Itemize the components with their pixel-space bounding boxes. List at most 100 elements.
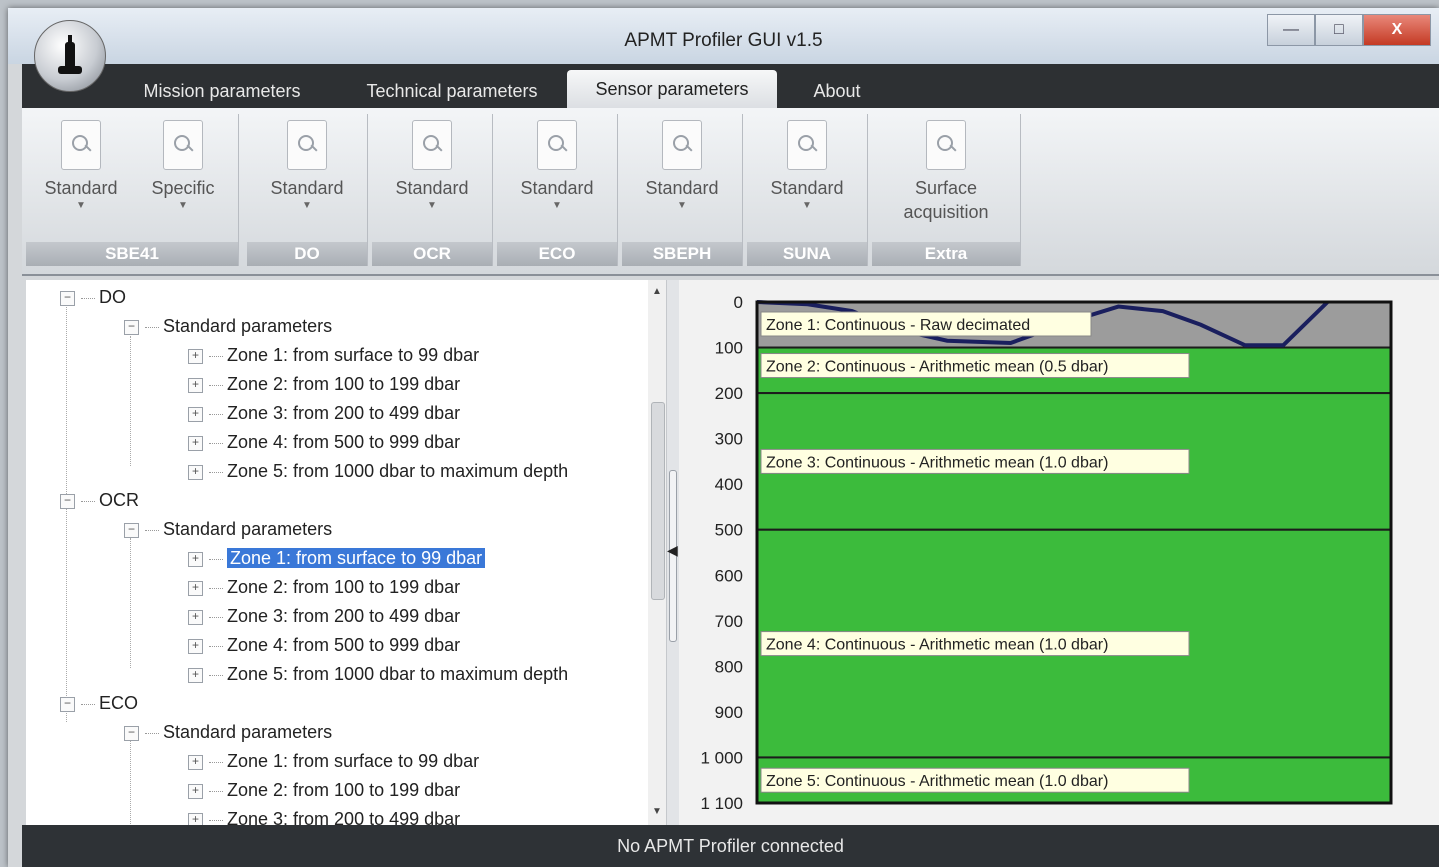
dropdown-arrow-icon: ▼ xyxy=(76,200,86,211)
tab-technical-parameters[interactable]: Technical parameters xyxy=(342,74,562,108)
tree-node-zone[interactable]: + Zone 2: from 100 to 199 dbar xyxy=(188,777,460,803)
ribbon-group-sbeph: Standard ▼ SBEPH xyxy=(622,114,743,266)
tree-node-zone[interactable]: + Zone 3: from 200 to 499 dbar xyxy=(188,400,460,426)
tree-node-ocr[interactable]: − OCR xyxy=(60,487,139,513)
y-tick-label: 1 100 xyxy=(700,794,743,813)
scrollbar-thumb[interactable] xyxy=(651,402,665,600)
zone-label: Zone 4: Continuous - Arithmetic mean (1.… xyxy=(766,637,1108,654)
settings-icon xyxy=(163,120,203,170)
sbeph-standard-button[interactable]: Standard ▼ xyxy=(637,120,727,211)
y-tick-label: 1 000 xyxy=(700,748,743,767)
settings-icon xyxy=(537,120,577,170)
expand-icon[interactable]: + xyxy=(188,580,203,596)
y-tick-label: 800 xyxy=(715,657,743,676)
tree-node-group[interactable]: − Standard parameters xyxy=(124,719,332,745)
tab-about[interactable]: About xyxy=(792,74,882,108)
tree-node-zone[interactable]: + Zone 5: from 1000 dbar to maximum depth xyxy=(188,661,568,687)
button-label: Standard xyxy=(645,178,719,198)
sbe41-specific-button[interactable]: Specific ▼ xyxy=(138,120,228,211)
sensor-tree: − DO − Standard parameters + Zone 1: from s… xyxy=(26,280,667,825)
ribbon-group-sbe41: Standard ▼ Specific ▼ SBE41 xyxy=(26,114,239,266)
y-tick-label: 400 xyxy=(715,475,743,494)
expand-icon[interactable]: + xyxy=(188,406,203,422)
expand-icon[interactable]: + xyxy=(188,348,203,364)
group-title: OCR xyxy=(372,242,492,266)
tree-node-zone[interactable]: + Zone 3: from 200 to 499 dbar xyxy=(188,603,460,629)
minimize-button[interactable]: — xyxy=(1267,14,1315,46)
tree-node-zone[interactable]: + Zone 2: from 100 to 199 dbar xyxy=(188,371,460,397)
chevron-left-icon[interactable]: ◀ xyxy=(667,542,678,559)
dropdown-arrow-icon: ▼ xyxy=(427,200,437,211)
dropdown-arrow-icon: ▼ xyxy=(302,200,312,211)
collapse-icon[interactable]: − xyxy=(60,290,75,306)
expand-icon[interactable]: + xyxy=(188,812,203,825)
group-title: SBE41 xyxy=(26,242,238,266)
tree-node-zone[interactable]: + Zone 3: from 200 to 499 dbar xyxy=(188,806,460,825)
ribbon-group-suna: Standard ▼ SUNA xyxy=(747,114,868,266)
dropdown-arrow-icon: ▼ xyxy=(677,200,687,211)
tree-node-zone[interactable]: + Zone 4: from 500 to 999 dbar xyxy=(188,429,460,455)
float-icon xyxy=(58,35,82,74)
ribbon-group-do: Standard ▼ DO xyxy=(247,114,368,266)
scroll-up-icon[interactable]: ▲ xyxy=(648,286,666,297)
expand-icon[interactable]: + xyxy=(188,551,203,567)
dropdown-arrow-icon: ▼ xyxy=(552,200,562,211)
ocr-standard-button[interactable]: Standard ▼ xyxy=(387,120,477,211)
settings-icon xyxy=(287,120,327,170)
expand-icon[interactable]: + xyxy=(188,638,203,654)
tree-node-group[interactable]: − Standard parameters xyxy=(124,516,332,542)
y-tick-label: 200 xyxy=(715,384,743,403)
expand-icon[interactable]: + xyxy=(188,609,203,625)
suna-standard-button[interactable]: Standard ▼ xyxy=(762,120,852,211)
tree-node-eco[interactable]: − ECO xyxy=(60,690,138,716)
sbe41-standard-button[interactable]: Standard ▼ xyxy=(36,120,126,211)
tree-node-zone-selected[interactable]: + Zone 1: from surface to 99 dbar xyxy=(188,545,486,571)
y-tick-label: 900 xyxy=(715,703,743,722)
app-menu-orb[interactable] xyxy=(34,20,106,92)
status-bar: No APMT Profiler connected xyxy=(22,825,1439,867)
window-controls: — □ X xyxy=(1267,14,1431,46)
tree-node-group[interactable]: − Standard parameters xyxy=(124,313,332,339)
tree-node-zone[interactable]: + Zone 5: from 1000 dbar to maximum depth xyxy=(188,458,568,484)
collapse-icon[interactable]: − xyxy=(124,522,139,538)
depth-chart-svg: Zone 1: Continuous - Raw decimated Zone 2… xyxy=(700,293,1393,813)
expand-icon[interactable]: + xyxy=(188,377,203,393)
ribbon-group-extra: Surface acquisition Extra xyxy=(872,114,1021,266)
button-label: Standard xyxy=(395,178,469,198)
surface-acquisition-button[interactable]: Surface acquisition xyxy=(882,120,1010,224)
group-title: SBEPH xyxy=(622,242,742,266)
collapse-icon[interactable]: − xyxy=(124,725,139,741)
eco-standard-button[interactable]: Standard ▼ xyxy=(512,120,602,211)
collapse-icon[interactable]: − xyxy=(124,319,139,335)
collapse-icon[interactable]: − xyxy=(60,493,75,509)
tree-node-zone[interactable]: + Zone 2: from 100 to 199 dbar xyxy=(188,574,460,600)
settings-icon xyxy=(61,120,101,170)
y-tick-label: 100 xyxy=(715,339,743,358)
y-tick-label: 300 xyxy=(715,430,743,449)
settings-icon xyxy=(412,120,452,170)
tree-scrollbar[interactable]: ▲ ▼ xyxy=(648,280,666,825)
app-window: APMT Profiler GUI v1.5 — □ X Mission par… xyxy=(8,8,1439,867)
close-button[interactable]: X xyxy=(1363,14,1431,46)
dropdown-arrow-icon: ▼ xyxy=(178,200,188,211)
expand-icon[interactable]: + xyxy=(188,783,203,799)
expand-icon[interactable]: + xyxy=(188,667,203,683)
tab-sensor-parameters[interactable]: Sensor parameters xyxy=(567,70,777,108)
button-label: Specific xyxy=(151,178,215,198)
window-title: APMT Profiler GUI v1.5 xyxy=(624,30,823,51)
tree-node-zone[interactable]: + Zone 1: from surface to 99 dbar xyxy=(188,342,479,368)
tree-node-zone[interactable]: + Zone 4: from 500 to 999 dbar xyxy=(188,632,460,658)
panel-splitter[interactable]: ◀ xyxy=(667,280,679,825)
maximize-button[interactable]: □ xyxy=(1315,14,1363,46)
group-title: SUNA xyxy=(747,242,867,266)
tree-node-do[interactable]: − DO xyxy=(60,284,126,310)
scroll-down-icon[interactable]: ▼ xyxy=(648,806,666,817)
do-standard-button[interactable]: Standard ▼ xyxy=(262,120,352,211)
tab-mission-parameters[interactable]: Mission parameters xyxy=(122,74,322,108)
expand-icon[interactable]: + xyxy=(188,754,203,770)
tree-node-zone[interactable]: + Zone 1: from surface to 99 dbar xyxy=(188,748,479,774)
expand-icon[interactable]: + xyxy=(188,464,203,480)
expand-icon[interactable]: + xyxy=(188,435,203,451)
collapse-icon[interactable]: − xyxy=(60,696,75,712)
button-label: Standard xyxy=(770,178,844,198)
